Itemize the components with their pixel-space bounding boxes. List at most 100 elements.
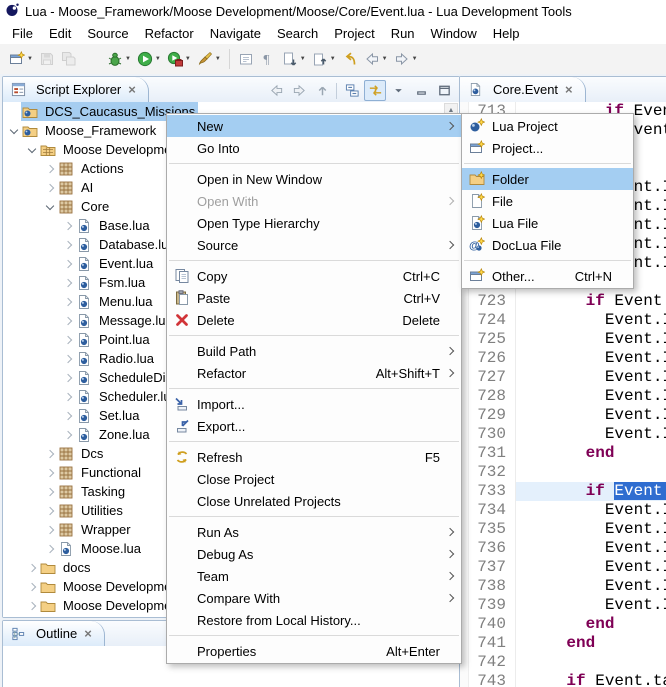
expand-chevron-icon[interactable]: [43, 181, 57, 195]
context-menu-item-team[interactable]: Team: [167, 565, 461, 587]
context-menu-item-run-as[interactable]: Run As: [167, 521, 461, 543]
collapse-chevron-icon[interactable]: [7, 124, 21, 138]
lua-file-icon: [76, 370, 92, 386]
expand-chevron-icon[interactable]: [43, 504, 57, 518]
expand-chevron-icon[interactable]: [25, 561, 39, 575]
expand-chevron-icon[interactable]: [61, 352, 75, 366]
block-selection-button[interactable]: [236, 47, 256, 71]
context-menu-item-close-unrelated-projects[interactable]: Close Unrelated Projects: [167, 490, 461, 512]
forward-nav-button[interactable]: [288, 80, 310, 101]
new-wizard-button[interactable]: ▼: [7, 47, 35, 71]
up-nav-button[interactable]: [311, 80, 333, 101]
submenu-item-doclua-file[interactable]: @DocLua File: [462, 234, 633, 256]
menubar-item-run[interactable]: Run: [383, 24, 423, 43]
context-menu-item-source[interactable]: Source: [167, 234, 461, 256]
submenu-item-project[interactable]: Project...: [462, 137, 633, 159]
context-menu-item-debug-as[interactable]: Debug As: [167, 543, 461, 565]
menubar-item-search[interactable]: Search: [269, 24, 326, 43]
dropdown-arrow-icon[interactable]: ▼: [412, 56, 418, 62]
context-menu-item-delete[interactable]: DeleteDelete: [167, 309, 461, 331]
expand-chevron-icon[interactable]: [43, 523, 57, 537]
show-whitespace-button[interactable]: ¶: [258, 47, 278, 71]
expand-chevron-icon[interactable]: [61, 390, 75, 404]
context-menu-item-properties[interactable]: PropertiesAlt+Enter: [167, 640, 461, 662]
expand-chevron-icon[interactable]: [43, 466, 57, 480]
submenu-item-folder[interactable]: Folder: [462, 168, 633, 190]
back-nav-button[interactable]: [265, 80, 287, 101]
minimize-button[interactable]: [410, 80, 432, 101]
context-menu-item-restore-from-local-history[interactable]: Restore from Local History...: [167, 609, 461, 631]
close-icon[interactable]: ×: [565, 83, 573, 96]
expand-chevron-icon[interactable]: [25, 599, 39, 613]
context-menu-item-build-path[interactable]: Build Path: [167, 340, 461, 362]
expand-chevron-icon[interactable]: [61, 219, 75, 233]
submenu-item-lua-project[interactable]: Lua Project: [462, 115, 633, 137]
last-edit-location-button[interactable]: [340, 47, 360, 71]
context-menu-item-copy[interactable]: CopyCtrl+C: [167, 265, 461, 287]
dropdown-arrow-icon[interactable]: ▼: [125, 56, 131, 62]
tab-script-explorer[interactable]: Script Explorer ×: [3, 77, 149, 102]
dropdown-arrow-icon[interactable]: ▼: [382, 56, 388, 62]
context-menu-item-refresh[interactable]: RefreshF5: [167, 446, 461, 468]
run-button[interactable]: ▼: [135, 47, 163, 71]
menubar-item-edit[interactable]: Edit: [41, 24, 79, 43]
next-annotation-button[interactable]: ▼: [280, 47, 308, 71]
menubar-item-navigate[interactable]: Navigate: [202, 24, 269, 43]
run-external-button[interactable]: ▼: [165, 47, 193, 71]
expand-chevron-icon[interactable]: [61, 276, 75, 290]
maximize-button[interactable]: [433, 80, 455, 101]
expand-chevron-icon[interactable]: [61, 409, 75, 423]
expand-chevron-icon[interactable]: [43, 485, 57, 499]
expand-chevron-icon[interactable]: [61, 314, 75, 328]
dropdown-arrow-icon[interactable]: ▼: [185, 56, 191, 62]
dropdown-arrow-icon[interactable]: ▼: [27, 56, 33, 62]
menubar-item-refactor[interactable]: Refactor: [137, 24, 202, 43]
submenu-item-lua-file[interactable]: Lua File: [462, 212, 633, 234]
menubar-item-help[interactable]: Help: [485, 24, 528, 43]
dropdown-arrow-icon[interactable]: ▼: [215, 56, 221, 62]
debug-button[interactable]: ▼: [105, 47, 133, 71]
expand-chevron-icon[interactable]: [25, 580, 39, 594]
previous-annotation-button[interactable]: ▼: [310, 47, 338, 71]
context-menu-item-refactor[interactable]: RefactorAlt+Shift+T: [167, 362, 461, 384]
dropdown-arrow-icon[interactable]: ▼: [155, 56, 161, 62]
view-menu-button[interactable]: [387, 80, 409, 101]
expand-chevron-icon[interactable]: [61, 371, 75, 385]
context-menu-item-compare-with[interactable]: Compare With: [167, 587, 461, 609]
context-menu-item-paste[interactable]: PasteCtrl+V: [167, 287, 461, 309]
expand-chevron-icon[interactable]: [43, 447, 57, 461]
context-menu-item-close-project[interactable]: Close Project: [167, 468, 461, 490]
submenu-item-file[interactable]: File: [462, 190, 633, 212]
dropdown-arrow-icon[interactable]: ▼: [300, 56, 306, 62]
context-menu-item-go-into[interactable]: Go Into: [167, 137, 461, 159]
menubar-item-file[interactable]: File: [4, 24, 41, 43]
context-menu-item-import[interactable]: Import...: [167, 393, 461, 415]
paintbrush-button[interactable]: ▼: [195, 47, 223, 71]
collapse-chevron-icon[interactable]: [25, 143, 39, 157]
context-menu-item-export[interactable]: Export...: [167, 415, 461, 437]
submenu-item-other[interactable]: Other...Ctrl+N: [462, 265, 633, 287]
expand-chevron-icon[interactable]: [61, 238, 75, 252]
tab-outline[interactable]: Outline ×: [3, 621, 105, 646]
close-icon[interactable]: ×: [128, 83, 136, 96]
collapse-chevron-icon[interactable]: [43, 200, 57, 214]
dropdown-arrow-icon[interactable]: ▼: [330, 56, 336, 62]
collapse-all-button[interactable]: [341, 80, 363, 101]
link-with-editor-button[interactable]: [364, 80, 386, 101]
menubar-item-window[interactable]: Window: [423, 24, 485, 43]
close-icon[interactable]: ×: [84, 627, 92, 640]
context-menu-item-new[interactable]: New: [167, 115, 461, 137]
expand-chevron-icon[interactable]: [43, 162, 57, 176]
expand-chevron-icon[interactable]: [61, 257, 75, 271]
menubar-item-project[interactable]: Project: [326, 24, 382, 43]
tab-core-event[interactable]: Core.Event ×: [460, 77, 586, 102]
context-menu-item-open-type-hierarchy[interactable]: Open Type Hierarchy: [167, 212, 461, 234]
expand-chevron-icon[interactable]: [61, 295, 75, 309]
forward-button[interactable]: ▼: [392, 47, 420, 71]
expand-chevron-icon[interactable]: [43, 542, 57, 556]
back-button[interactable]: ▼: [362, 47, 390, 71]
context-menu-item-open-in-new-window[interactable]: Open in New Window: [167, 168, 461, 190]
expand-chevron-icon[interactable]: [61, 333, 75, 347]
menubar-item-source[interactable]: Source: [79, 24, 136, 43]
expand-chevron-icon[interactable]: [61, 428, 75, 442]
